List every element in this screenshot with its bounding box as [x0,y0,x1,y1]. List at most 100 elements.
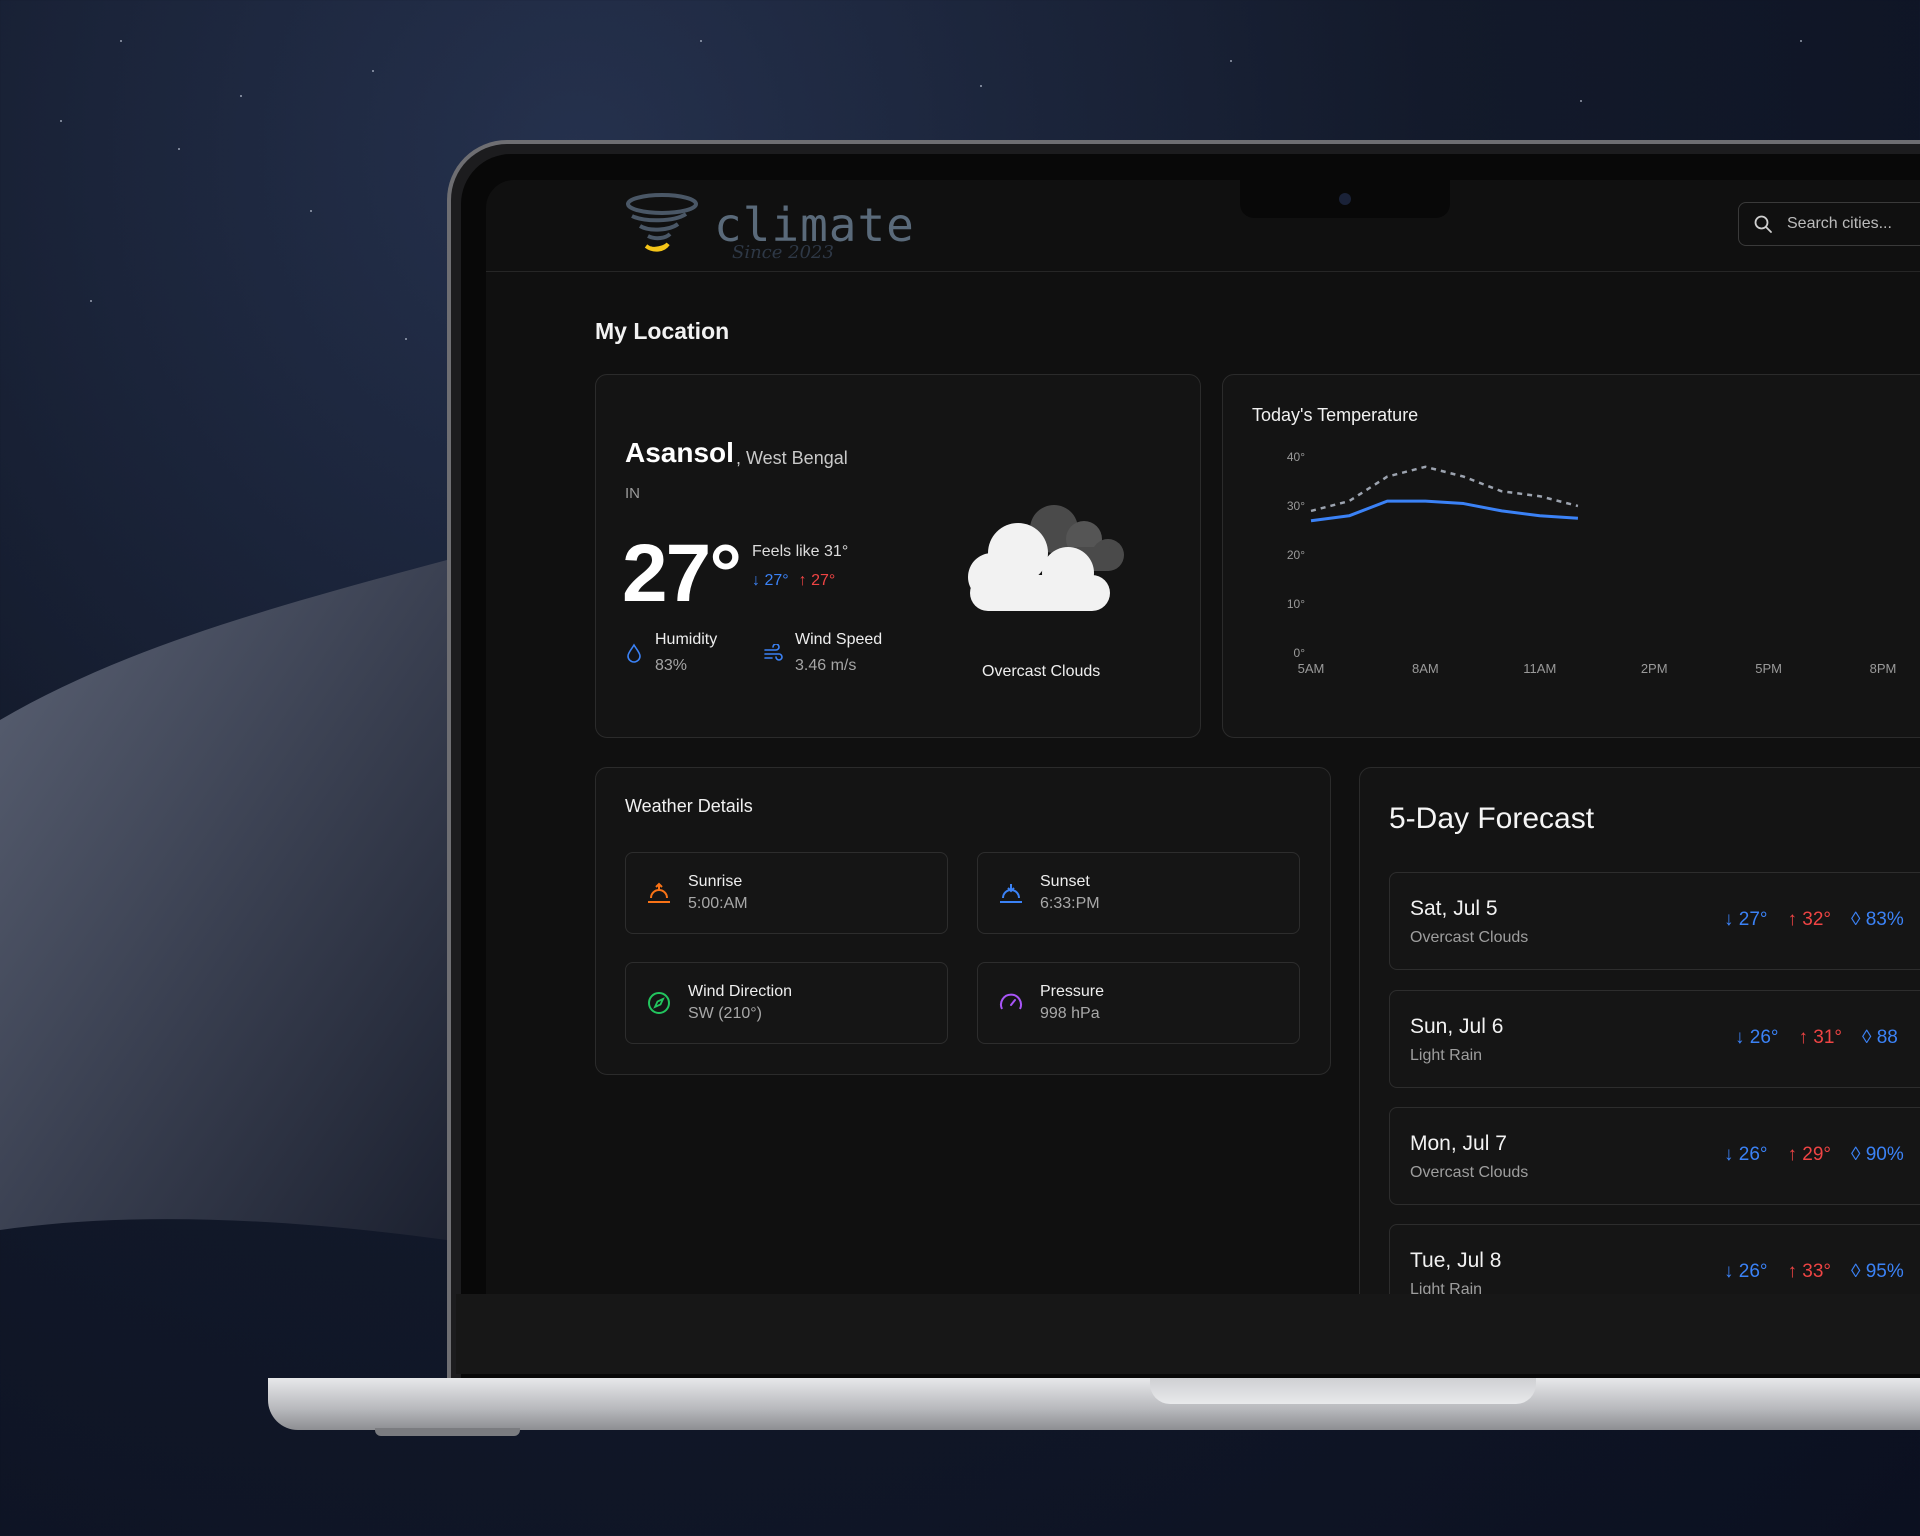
forecast-humidity: ◊ 90% [1851,1144,1904,1166]
forecast-humidity-value: 88 [1876,1027,1898,1048]
forecast-condition: Overcast Clouds [1410,1164,1529,1181]
weather-details-card: Weather Details Sunrise 5:00:AM Sunset 6… [595,767,1331,1075]
forecast-values: ↓ 26° ↑ 31° ◊ 88 [1735,1027,1898,1049]
droplet-icon: ◊ [1851,1144,1861,1165]
forecast-high: ↑ 31° [1798,1027,1843,1048]
forecast-condition: Light Rain [1410,1047,1483,1064]
logo-tagline: Since 2023 [732,242,834,263]
droplet-icon [627,643,641,663]
forecast-low-value: 27° [1738,909,1768,930]
laptop-chin [456,1294,1920,1374]
droplet-icon: ◊ [1851,909,1861,930]
temperature-series-line [1310,499,1579,523]
min-temp-value: 27° [764,572,789,589]
camera-notch [1240,180,1450,218]
y-tick-label: 20° [1287,548,1305,562]
forecast-date: Mon, Jul 7 [1410,1132,1507,1155]
forecast-card: 5-Day Forecast Sat, Jul 5 Overcast Cloud… [1359,767,1920,1294]
forecast-humidity-value: 95% [1865,1261,1904,1282]
wind-icon [764,644,783,661]
sunrise-value: 5:00:AM [688,895,748,912]
search-input[interactable] [1787,215,1920,233]
forecast-row[interactable]: Mon, Jul 7 Overcast Clouds ↓ 26° ↑ 29° ◊… [1389,1107,1920,1205]
max-temp: ↑ 27° [798,572,836,589]
wind-label: Wind Speed [795,631,883,648]
forecast-low: ↓ 26° [1724,1144,1768,1165]
min-max-temp: ↓ 27° ↑ 27° [752,572,835,590]
humidity-label: Humidity [655,631,718,648]
compass-icon [648,992,670,1014]
city-name: Asansol [625,437,734,468]
forecast-low: ↓ 26° [1735,1027,1779,1048]
x-tick-label: 11AM [1523,661,1556,676]
x-tick-label: 8AM [1412,661,1439,676]
current-weather-card: Asansol , West Bengal IN 27° Feels like … [595,374,1201,738]
app-screen: climate Since 2023 My Location Asansol ,… [486,180,1920,1294]
forecast-low-value: 26° [1738,1261,1768,1282]
humidity-stat: Humidity 83% [625,631,717,675]
forecast-row[interactable]: Sat, Jul 5 Overcast Clouds ↓ 27° ↑ 32° ◊… [1389,872,1920,970]
sunrise-icon [648,882,670,903]
forecast-high-value: 32° [1802,909,1832,930]
chart-title: Today's Temperature [1252,405,1419,425]
droplet-icon: ◊ [1851,1261,1861,1282]
y-tick-label: 0° [1294,646,1306,660]
wind-direction-label: Wind Direction [688,983,793,1000]
y-tick-label: 40° [1287,450,1305,464]
region-name: , West Bengal [736,448,848,468]
forecast-high-value: 29° [1802,1144,1832,1165]
droplet-icon: ◊ [1862,1027,1872,1048]
forecast-low: ↓ 26° [1724,1261,1768,1282]
wind-direction-value: SW (210°) [688,1005,762,1022]
country-code: IN [625,485,640,502]
max-temp-value: 27° [811,572,836,589]
forecast-row[interactable]: Tue, Jul 8 Light Rain ↓ 26° ↑ 33° ◊ 95% [1389,1224,1920,1294]
laptop-base-notch [1150,1378,1536,1404]
pressure-value: 998 hPa [1040,1005,1100,1022]
forecast-values: ↓ 27° ↑ 32° ◊ 83% [1724,909,1904,931]
temperature-chart: 40° 30° 20° 10° 0°5AM 8AM 11AM 2PM 5PM 8PM [1287,450,1897,676]
condition-text: Overcast Clouds [982,663,1101,680]
forecast-humidity-value: 83% [1865,909,1904,930]
forecast-high-value: 31° [1813,1027,1843,1048]
current-temperature: 27° [622,528,742,619]
details-title: Weather Details [625,796,753,816]
forecast-low: ↓ 27° [1724,909,1768,930]
forecast-low-value: 26° [1749,1027,1779,1048]
forecast-condition: Overcast Clouds [1410,929,1529,946]
sunrise-tile: Sunrise 5:00:AM [625,852,948,934]
search-icon [1754,215,1772,233]
forecast-date: Sat, Jul 5 [1410,897,1498,920]
forecast-values: ↓ 26° ↑ 33° ◊ 95% [1724,1261,1904,1283]
forecast-humidity: ◊ 88 [1862,1027,1898,1049]
forecast-high: ↑ 32° [1787,909,1832,930]
forecast-humidity: ◊ 83% [1851,909,1904,931]
forecast-humidity-value: 90% [1865,1144,1904,1165]
temperature-series-line [1310,465,1579,513]
x-tick-label: 5AM [1298,661,1325,676]
forecast-low-value: 26° [1738,1144,1768,1165]
forecast-condition: Light Rain [1410,1281,1483,1294]
laptop-base [268,1378,1920,1430]
forecast-date: Sun, Jul 6 [1410,1015,1504,1038]
forecast-high: ↑ 33° [1787,1261,1832,1282]
x-tick-label: 2PM [1641,661,1668,676]
search-box[interactable] [1738,202,1920,246]
forecast-high: ↑ 29° [1787,1144,1832,1165]
sunset-label: Sunset [1040,873,1090,890]
y-tick-label: 10° [1287,597,1305,611]
gauge-icon [1000,993,1022,1010]
forecast-date: Tue, Jul 8 [1410,1249,1502,1272]
sunset-icon [1000,884,1022,903]
laptop-foot [375,1428,520,1436]
x-tick-label: 8PM [1870,661,1897,676]
wind-value: 3.46 m/s [795,657,857,674]
forecast-humidity: ◊ 95% [1851,1261,1904,1283]
forecast-high-value: 33° [1802,1261,1832,1282]
section-title: My Location [595,318,730,344]
forecast-row[interactable]: Sun, Jul 6 Light Rain ↓ 26° ↑ 31° ◊ 88 [1389,990,1920,1088]
feels-like: Feels like 31° [752,543,849,560]
min-temp: ↓ 27° [752,572,789,589]
pressure-label: Pressure [1040,983,1105,1000]
sunset-value: 6:33:PM [1040,895,1100,912]
